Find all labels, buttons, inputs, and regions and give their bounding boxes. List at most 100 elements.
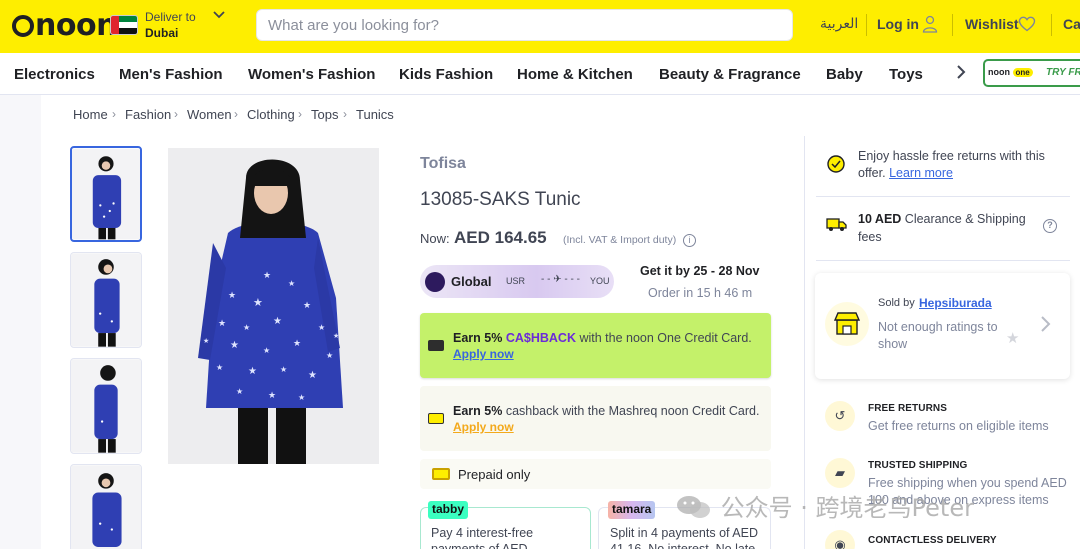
svg-text:★: ★ (318, 323, 325, 332)
product-brand[interactable]: Tofisa (420, 155, 466, 173)
svg-text:★: ★ (228, 290, 236, 300)
svg-text:★: ★ (243, 323, 250, 332)
tamara-text: Split in 4 payments of AED 41.16. No int… (610, 526, 758, 549)
help-icon[interactable]: ? (1043, 219, 1057, 233)
product-thumbnail-image (71, 359, 141, 453)
chevron-right-icon[interactable] (955, 63, 967, 86)
svg-text:★: ★ (203, 337, 209, 345)
tabby-logo: tabby (428, 501, 469, 519)
wechat-icon (677, 496, 710, 518)
nav-fade (940, 53, 954, 94)
nav-item-home-kitchen[interactable]: Home & Kitchen (517, 66, 633, 83)
deliver-city: Dubai (145, 26, 179, 40)
origin-label: USR (506, 276, 526, 286)
svg-text:★: ★ (326, 351, 333, 360)
breadcrumb-tops[interactable]: Tops (311, 107, 338, 122)
chevron-right-icon: › (112, 107, 116, 121)
cashback-promo-noon-one: Earn 5% CA$HBACK with the noon One Credi… (420, 313, 771, 378)
main-product-image[interactable]: ★ ★ ★ ★ ★ ★ ★ ★ ★ ★ ★ ★ ★ ★ ★ ★ ★ ★ ★ ★ … (168, 148, 379, 464)
thumbnail-1[interactable] (70, 146, 142, 242)
wishlist-link[interactable]: Wishlist (965, 16, 1019, 32)
svg-text:★: ★ (268, 390, 276, 400)
breadcrumb-clothing[interactable]: Clothing (247, 107, 295, 122)
contactless-icon: ◉ (825, 530, 855, 549)
apply-now-link[interactable]: Apply now (453, 347, 514, 361)
product-thumbnail-image (71, 465, 141, 549)
product-price: AED 164.65 (454, 228, 547, 247)
nav-item-toys[interactable]: Toys (889, 66, 923, 83)
nav-item-mens-fashion[interactable]: Men's Fashion (119, 66, 223, 83)
global-badge: Global USR - - ✈ - - - YOU (420, 265, 614, 298)
promo-text: Earn 5% cashback with the Mashreq noon C… (453, 404, 760, 418)
learn-more-link[interactable]: Learn more (889, 166, 953, 180)
apply-now-link[interactable]: Apply now (453, 420, 514, 434)
divider (816, 196, 1070, 197)
chevron-right-icon: › (174, 107, 178, 121)
watermark: 公众号 · 跨境老鸟Peter (675, 488, 974, 523)
thumbnail-3[interactable] (70, 358, 142, 454)
nav-item-beauty-fragrance[interactable]: Beauty & Fragrance (659, 66, 801, 83)
star-icon: ★ (1006, 330, 1020, 347)
login-link[interactable]: Log in (877, 16, 919, 32)
uae-flag-icon[interactable] (110, 15, 138, 35)
breadcrumb-home[interactable]: Home (73, 107, 108, 122)
truck-icon (826, 218, 847, 231)
order-countdown: Order in 15 h 46 m (648, 286, 753, 300)
globe-icon (425, 272, 445, 292)
left-gutter (0, 95, 41, 549)
price-label: Now: (420, 231, 450, 246)
language-switch[interactable]: العربية (820, 16, 858, 32)
nav-item-electronics[interactable]: Electronics (14, 66, 95, 83)
thumbnail-4[interactable] (70, 464, 142, 549)
svg-text:★: ★ (248, 366, 257, 377)
svg-text:★: ★ (230, 340, 239, 351)
tabby-text: Pay 4 interest-free payments of AED (431, 526, 534, 549)
logo-text: noon (35, 8, 117, 43)
nav-item-baby[interactable]: Baby (826, 66, 863, 83)
divider (816, 260, 1070, 261)
return-icon: ↺ (825, 401, 855, 431)
thumbnail-2[interactable] (70, 252, 142, 348)
breadcrumb-tunics: Tunics (356, 107, 394, 122)
product-thumbnail-image (71, 253, 141, 347)
svg-text:★: ★ (298, 393, 305, 402)
delivery-date: Get it by 25 - 28 Nov (640, 264, 760, 278)
chevron-right-icon[interactable] (1040, 314, 1052, 340)
prepaid-label: Prepaid only (458, 467, 531, 482)
noon-one-logo: noon one (988, 67, 1033, 77)
category-nav: Electronics Men's Fashion Women's Fashio… (0, 53, 1080, 95)
nav-item-womens-fashion[interactable]: Women's Fashion (248, 66, 375, 83)
svg-text:★: ★ (333, 332, 339, 340)
chevron-right-icon: › (234, 107, 238, 121)
user-icon[interactable] (922, 15, 938, 33)
returns-offer: Enjoy hassle free returns with this offe… (858, 149, 1045, 180)
search-bar[interactable] (256, 9, 793, 41)
seller-rating-text: Not enough ratings to show (878, 320, 998, 351)
star-pattern: ★ (263, 270, 271, 280)
noon-logo[interactable]: noon (12, 8, 117, 43)
svg-text:★: ★ (303, 300, 311, 310)
noon-card-icon (428, 413, 444, 424)
info-icon[interactable]: i (683, 234, 696, 247)
plane-icon: - - ✈ - - - (541, 274, 580, 285)
heart-icon[interactable] (1018, 15, 1036, 33)
search-input[interactable] (257, 10, 792, 40)
nav-item-kids-fashion[interactable]: Kids Fashion (399, 66, 493, 83)
noon-one-banner[interactable]: noon one TRY FR (983, 59, 1080, 87)
promo-text: Earn 5% CA$HBACK with the noon One Credi… (453, 331, 752, 345)
feature-title: TRUSTED SHIPPING (868, 460, 968, 471)
cart-link[interactable]: Ca (1063, 16, 1080, 32)
deliver-to[interactable]: Deliver to Dubai (145, 9, 196, 41)
chevron-down-icon[interactable] (212, 8, 226, 25)
sold-by-label: Sold by (878, 297, 915, 309)
svg-text:★: ★ (236, 387, 243, 396)
credit-card-icon (428, 340, 444, 351)
seller-link[interactable]: Hepsiburada (919, 296, 992, 310)
breadcrumb-fashion[interactable]: Fashion (125, 107, 171, 122)
svg-text:★: ★ (293, 338, 301, 348)
destination-label: YOU (590, 276, 610, 286)
deliver-label: Deliver to (145, 10, 196, 24)
try-free-label: TRY FR (1046, 67, 1080, 78)
tamara-logo: tamara (608, 501, 656, 519)
breadcrumb-women[interactable]: Women (187, 107, 232, 122)
